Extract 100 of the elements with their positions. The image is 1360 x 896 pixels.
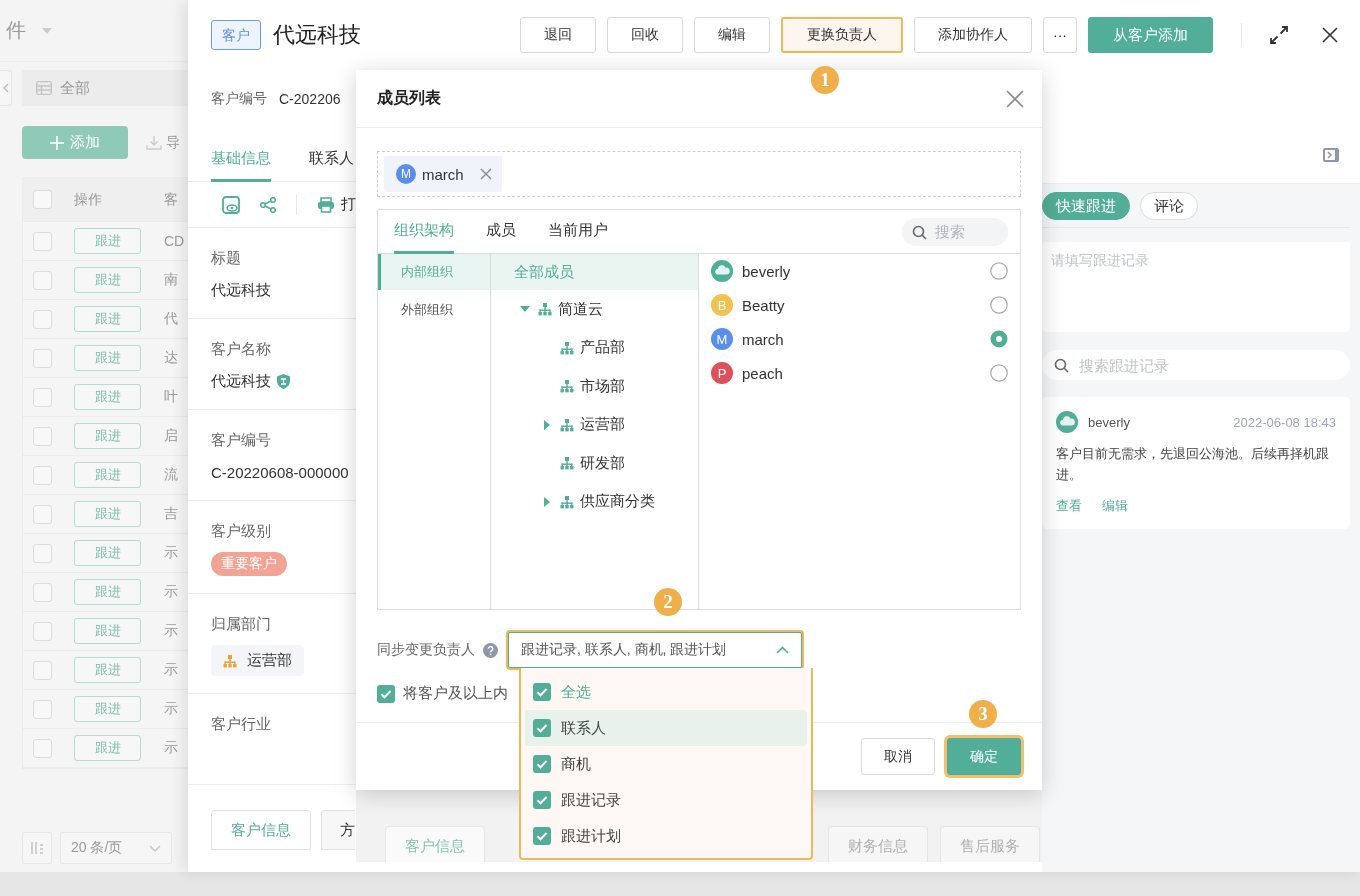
- action-button[interactable]: 更换负责人: [781, 17, 903, 53]
- tab[interactable]: 财务信息: [828, 826, 928, 862]
- add-button[interactable]: 添加: [22, 126, 128, 159]
- cancel-button[interactable]: 取消: [861, 738, 935, 775]
- tree-item[interactable]: 研发部: [491, 444, 698, 483]
- follow-up-button[interactable]: 跟进: [74, 501, 141, 527]
- tab[interactable]: 方: [321, 810, 355, 850]
- member-name[interactable]: peach: [742, 364, 783, 382]
- radio-button[interactable]: [990, 330, 1008, 348]
- tree-item[interactable]: 运营部: [491, 405, 698, 444]
- tree-item[interactable]: 市场部: [491, 367, 698, 406]
- follow-up-button[interactable]: 跟进: [74, 345, 141, 371]
- printer-icon[interactable]: [317, 196, 335, 213]
- follow-up-button[interactable]: 跟进: [74, 462, 141, 488]
- tab[interactable]: 客户信息: [211, 810, 311, 850]
- tree-item[interactable]: 产品部: [491, 328, 698, 367]
- follow-up-button[interactable]: 跟进: [74, 579, 141, 605]
- checkbox[interactable]: [32, 699, 52, 719]
- checkbox[interactable]: [32, 309, 52, 329]
- settings-button[interactable]: [22, 832, 52, 864]
- action-button[interactable]: 添加协作人: [914, 17, 1032, 53]
- tree-item[interactable]: 简道云: [491, 290, 698, 329]
- close-icon[interactable]: [1322, 27, 1338, 43]
- checkbox[interactable]: [32, 465, 52, 485]
- tree-item[interactable]: 供应商分类: [491, 482, 698, 521]
- tree-item[interactable]: 全部成员: [491, 254, 698, 290]
- expand-icon[interactable]: [1270, 26, 1288, 44]
- radio-button[interactable]: [990, 364, 1008, 382]
- option-item[interactable]: 跟进记录: [525, 782, 807, 818]
- link[interactable]: 编辑: [1102, 497, 1128, 515]
- checkbox[interactable]: [32, 504, 52, 524]
- tab[interactable]: 当前用户: [548, 209, 608, 254]
- option-item[interactable]: 联系人: [525, 710, 807, 746]
- follow-up-button[interactable]: 跟进: [74, 267, 141, 293]
- follow-up-button[interactable]: 跟进: [74, 228, 141, 254]
- action-button[interactable]: 退回: [520, 17, 596, 53]
- tab[interactable]: 评论: [1140, 192, 1198, 220]
- member-name[interactable]: Beatty: [742, 296, 785, 314]
- back-button[interactable]: [0, 70, 12, 106]
- checkbox[interactable]: [533, 683, 551, 701]
- tab[interactable]: 基础信息: [211, 138, 271, 182]
- radio-button[interactable]: [990, 296, 1008, 314]
- confirm-button[interactable]: 确定: [947, 738, 1021, 775]
- option-item[interactable]: 跟进计划: [525, 818, 807, 854]
- checkbox[interactable]: [32, 582, 52, 602]
- group-item[interactable]: 外部组织: [378, 292, 490, 328]
- tab[interactable]: 成员: [486, 209, 516, 254]
- caret-right-icon[interactable]: [544, 419, 550, 430]
- tab[interactable]: 联系人: [309, 138, 354, 182]
- checkbox[interactable]: [32, 660, 52, 680]
- follow-up-field[interactable]: 请填写跟进记录: [1042, 242, 1350, 332]
- action-button[interactable]: 回收: [607, 17, 683, 53]
- link[interactable]: 查看: [1056, 497, 1082, 515]
- follow-up-button[interactable]: 跟进: [74, 696, 141, 722]
- checkbox[interactable]: [377, 684, 395, 703]
- checkbox[interactable]: [533, 827, 551, 845]
- multi-select[interactable]: 跟进记录, 联系人, 商机, 跟进计划: [508, 632, 802, 668]
- caret-down-icon[interactable]: [520, 306, 530, 313]
- tab[interactable]: 售后服务: [940, 826, 1040, 862]
- search-field[interactable]: 搜索: [902, 217, 1008, 246]
- follow-up-button[interactable]: 跟进: [74, 540, 141, 566]
- option-item[interactable]: 全选: [525, 674, 807, 710]
- tab[interactable]: 快速跟进: [1042, 192, 1130, 220]
- checkbox[interactable]: [32, 738, 52, 758]
- page-size-select[interactable]: 20 条/页: [60, 832, 172, 864]
- radio-button[interactable]: [990, 262, 1008, 280]
- checkbox[interactable]: [32, 190, 52, 209]
- print-link[interactable]: 打: [341, 195, 356, 214]
- checkbox[interactable]: [533, 719, 551, 737]
- checkbox[interactable]: [32, 270, 52, 290]
- follow-up-button[interactable]: 跟进: [74, 384, 141, 410]
- import-link[interactable]: 导: [166, 133, 180, 152]
- follow-up-button[interactable]: 跟进: [74, 618, 141, 644]
- follow-up-button[interactable]: 跟进: [74, 306, 141, 332]
- share-icon[interactable]: [260, 196, 276, 213]
- checkbox[interactable]: [533, 755, 551, 773]
- more-button[interactable]: ···: [1043, 17, 1077, 53]
- caret-right-icon[interactable]: [544, 496, 550, 507]
- preview-icon[interactable]: [222, 195, 240, 214]
- collapse-panel-icon[interactable]: [1322, 147, 1340, 163]
- checkbox[interactable]: [32, 426, 52, 446]
- checkbox[interactable]: [32, 348, 52, 368]
- member-name[interactable]: march: [742, 330, 784, 348]
- group-item[interactable]: 内部组织: [378, 254, 490, 290]
- follow-up-button[interactable]: 跟进: [74, 657, 141, 683]
- action-button[interactable]: 编辑: [694, 17, 770, 53]
- action-button[interactable]: 从客户添加: [1088, 17, 1213, 53]
- member-name[interactable]: beverly: [742, 262, 791, 280]
- checkbox[interactable]: [533, 791, 551, 809]
- tab[interactable]: 客户信息: [385, 826, 485, 862]
- checkbox[interactable]: [32, 387, 52, 407]
- option-item[interactable]: 商机: [525, 746, 807, 782]
- remove-icon[interactable]: [479, 168, 492, 180]
- follow-up-button[interactable]: 跟进: [74, 735, 141, 761]
- checkbox[interactable]: [32, 621, 52, 641]
- view-tab[interactable]: 全部: [22, 70, 188, 106]
- checkbox[interactable]: [32, 543, 52, 563]
- follow-up-button[interactable]: 跟进: [74, 423, 141, 449]
- checkbox[interactable]: [32, 231, 52, 251]
- search-field[interactable]: 搜索跟进记录: [1042, 350, 1350, 380]
